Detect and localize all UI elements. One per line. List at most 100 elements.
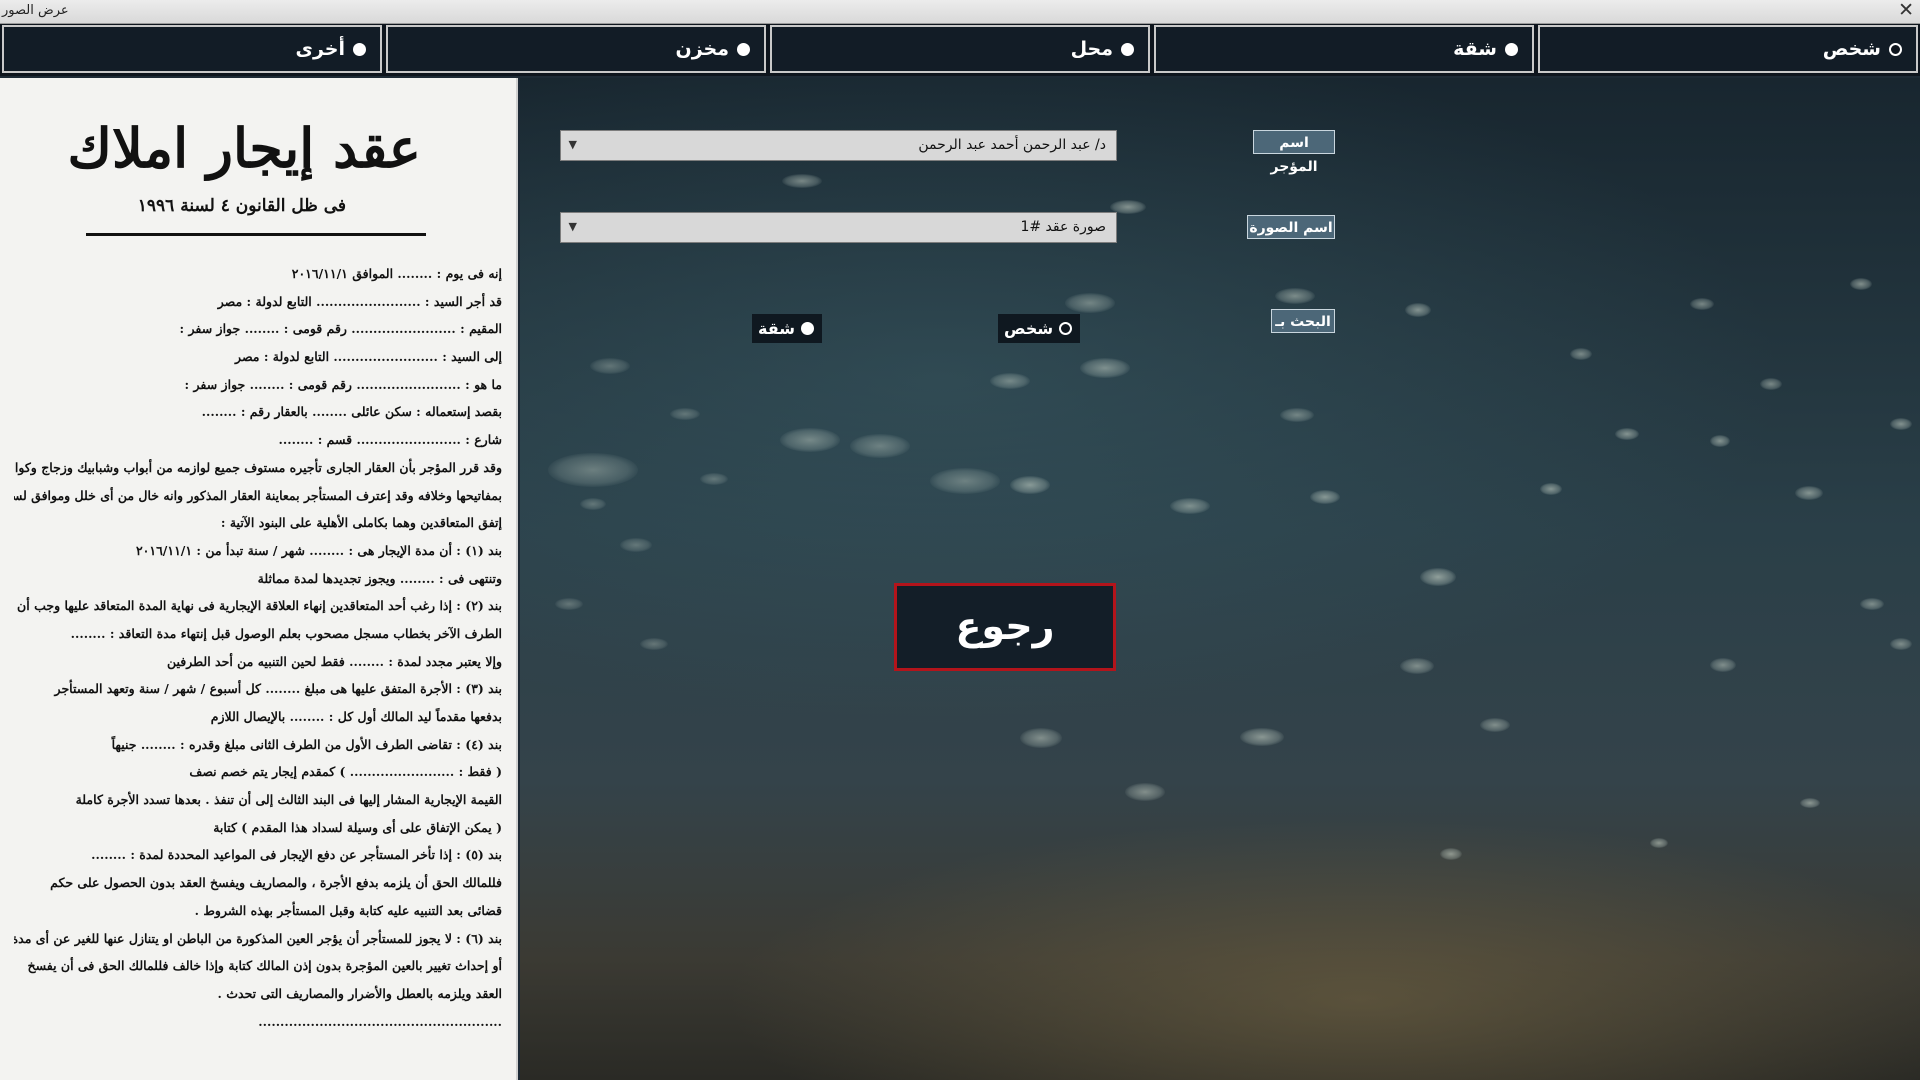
radio-icon[interactable] — [1121, 42, 1134, 56]
bokeh-light — [1310, 490, 1340, 504]
bokeh-light — [548, 453, 638, 487]
chevron-down-icon[interactable]: ▼ — [567, 220, 577, 233]
document-line: بند (٦) : لا يجوز للمستأجر أن يؤجر العين… — [14, 930, 502, 946]
document-line: وإلا يعتبر مجدد لمدة : ........ فقط لحين… — [167, 653, 502, 669]
radio-icon[interactable] — [353, 42, 366, 56]
category-tabs: شخص شقة محل مخزن أخرى — [0, 24, 1920, 76]
bokeh-light — [1405, 303, 1431, 317]
owner-name-select[interactable]: د/ عبد الرحمن أحمد عبد الرحمن ▼ — [560, 130, 1117, 161]
document-line: ........................................… — [258, 1013, 502, 1029]
document-line: بند (٢) : إذا رغب أحد المتعاقدين إنهاء ا… — [14, 598, 502, 614]
bokeh-light — [1400, 658, 1434, 674]
document-body: إنه فى يوم : ........ الموافق ٢٠١٦/١١/١ ق… — [14, 260, 502, 1035]
document-line: ( يمكن الإتفاق على أى وسيلة لسداد هذا ال… — [213, 819, 502, 835]
search-option-person[interactable]: شخص — [998, 314, 1081, 343]
document-line: بند (١) : أن مدة الإيجار هى : ........ ش… — [135, 542, 502, 558]
bokeh-light — [620, 538, 652, 552]
bokeh-light — [640, 638, 668, 650]
document-line: بدفعها مقدماً ليد المالك أول كل : ......… — [210, 709, 502, 724]
bokeh-light — [1760, 378, 1782, 390]
bokeh-light — [1275, 288, 1315, 304]
tab-apartment[interactable]: شقة — [1154, 25, 1534, 73]
document-line: ما هو : ........................ رقم قوم… — [184, 376, 502, 392]
bokeh-light — [1080, 358, 1130, 378]
bokeh-light — [1240, 728, 1284, 746]
bokeh-light — [1860, 598, 1884, 610]
document-line: بقصد إستعماله : سكن عائلى ........ بالعق… — [201, 404, 502, 420]
tab-person-option[interactable]: شخص — [1815, 34, 1906, 64]
bokeh-light — [1615, 428, 1639, 440]
bokeh-light — [780, 428, 840, 452]
search-option-apartment[interactable]: شقة — [752, 314, 822, 343]
tab-apartment-option[interactable]: شقة — [1445, 34, 1522, 64]
tab-apartment-label: شقة — [1453, 38, 1497, 60]
document-line: شارع : ........................ قسم : ..… — [278, 432, 502, 448]
tab-warehouse-option[interactable]: مخزن — [668, 34, 755, 64]
bokeh-light — [700, 473, 728, 485]
tab-person[interactable]: شخص — [1538, 25, 1918, 73]
tab-person-label: شخص — [1822, 38, 1881, 60]
document-line: القيمة الإيجارية المشار إليها فى البند ا… — [75, 792, 502, 808]
radio-icon[interactable] — [1889, 42, 1902, 56]
bokeh-light — [1890, 418, 1912, 430]
document-line: العقد ويلزمه بالعطل والأضرار والمصاريف ا… — [217, 985, 502, 1001]
main-panel: اسم المؤجر د/ عبد الرحمن أحمد عبد الرحمن… — [520, 78, 1920, 1080]
document-line: إتفق المتعاقدين وهما بكاملى الأهلية على … — [220, 515, 502, 531]
bokeh-light — [1800, 798, 1820, 808]
back-button[interactable]: رجوع — [894, 583, 1116, 671]
bokeh-light — [1020, 728, 1062, 748]
document-line: بند (٥) : إذا تأخر المستأجر عن دفع الإيج… — [91, 847, 502, 863]
document-line: وتنتهى فى : ........ ويجوز تجديدها لمدة … — [257, 570, 502, 586]
search-option-apartment-label: شقة — [758, 319, 795, 338]
document-subtitle: فى ظل القانون ٤ لسنة ١٩٩٦ — [137, 196, 346, 216]
document-line: إنه فى يوم : ........ الموافق ٢٠١٦/١١/١ — [291, 266, 502, 281]
bokeh-light — [1125, 783, 1165, 801]
owner-name-value: د/ عبد الرحمن أحمد عبد الرحمن — [918, 137, 1106, 153]
bokeh-light — [850, 434, 910, 458]
radio-icon[interactable] — [737, 42, 750, 56]
tab-other[interactable]: أخرى — [2, 25, 382, 73]
chevron-down-icon[interactable]: ▼ — [567, 138, 577, 151]
search-by-label: البحث بـ — [1271, 309, 1335, 333]
bokeh-light — [1890, 638, 1912, 650]
document-line: بمفاتيحها وخلافه وقد إعترف المستأجر بمعا… — [14, 487, 502, 503]
window-title: عرض الصور — [2, 3, 69, 18]
document-line: وقد قرر المؤجر بأن العقار الجارى تأجيره … — [14, 459, 502, 475]
bokeh-light — [1420, 568, 1456, 586]
document-title: عقد إيجار املاك — [67, 116, 421, 180]
radio-icon[interactable] — [1059, 322, 1073, 335]
bokeh-light — [1690, 298, 1714, 310]
image-name-select[interactable]: صورة عقد #1 ▼ — [560, 212, 1117, 243]
bokeh-light — [1065, 293, 1115, 313]
document-line: بند (٣) : الأجرة المتفق عليها هى مبلغ ..… — [54, 681, 502, 697]
tab-other-label: أخرى — [295, 38, 345, 60]
tab-other-option[interactable]: أخرى — [288, 34, 370, 64]
document-line: فللمالك الحق أن يلزمه بدفع الأجرة ، والم… — [50, 875, 502, 891]
bokeh-light — [580, 498, 606, 510]
tab-warehouse[interactable]: مخزن — [386, 25, 766, 73]
search-option-person-label: شخص — [1004, 319, 1054, 338]
bokeh-light — [1650, 838, 1668, 848]
tab-shop-label: محل — [1070, 38, 1113, 60]
radio-icon[interactable] — [1505, 42, 1518, 56]
tab-shop-option[interactable]: محل — [1063, 34, 1138, 64]
document-line: أو إحداث تغيير بالعين المؤجرة بدون إذن ا… — [27, 958, 502, 974]
document-line: بند (٤) : تقاضى الطرف الأول من الطرف الث… — [111, 736, 502, 752]
bokeh-light — [1010, 476, 1050, 494]
bokeh-light — [1795, 486, 1823, 500]
image-name-label: اسم الصورة — [1247, 215, 1335, 239]
bokeh-light — [1440, 848, 1462, 860]
tab-shop[interactable]: محل — [770, 25, 1150, 73]
radio-icon[interactable] — [800, 322, 814, 335]
document-line: قضائى بعد التنبيه عليه كتابة وقبل المستأ… — [194, 902, 502, 918]
document-line: قد أجر السيد : ........................ … — [217, 293, 502, 309]
tab-warehouse-label: مخزن — [675, 38, 730, 60]
bokeh-light — [990, 373, 1030, 389]
image-name-value: صورة عقد #1 — [1020, 219, 1106, 235]
close-icon[interactable]: ✕ — [1898, 0, 1914, 21]
bokeh-light — [555, 598, 583, 610]
bokeh-light — [1480, 718, 1510, 732]
bokeh-light — [1710, 658, 1736, 672]
bokeh-light — [1710, 435, 1730, 447]
document-line: المقيم : ........................ رقم قو… — [179, 321, 502, 337]
